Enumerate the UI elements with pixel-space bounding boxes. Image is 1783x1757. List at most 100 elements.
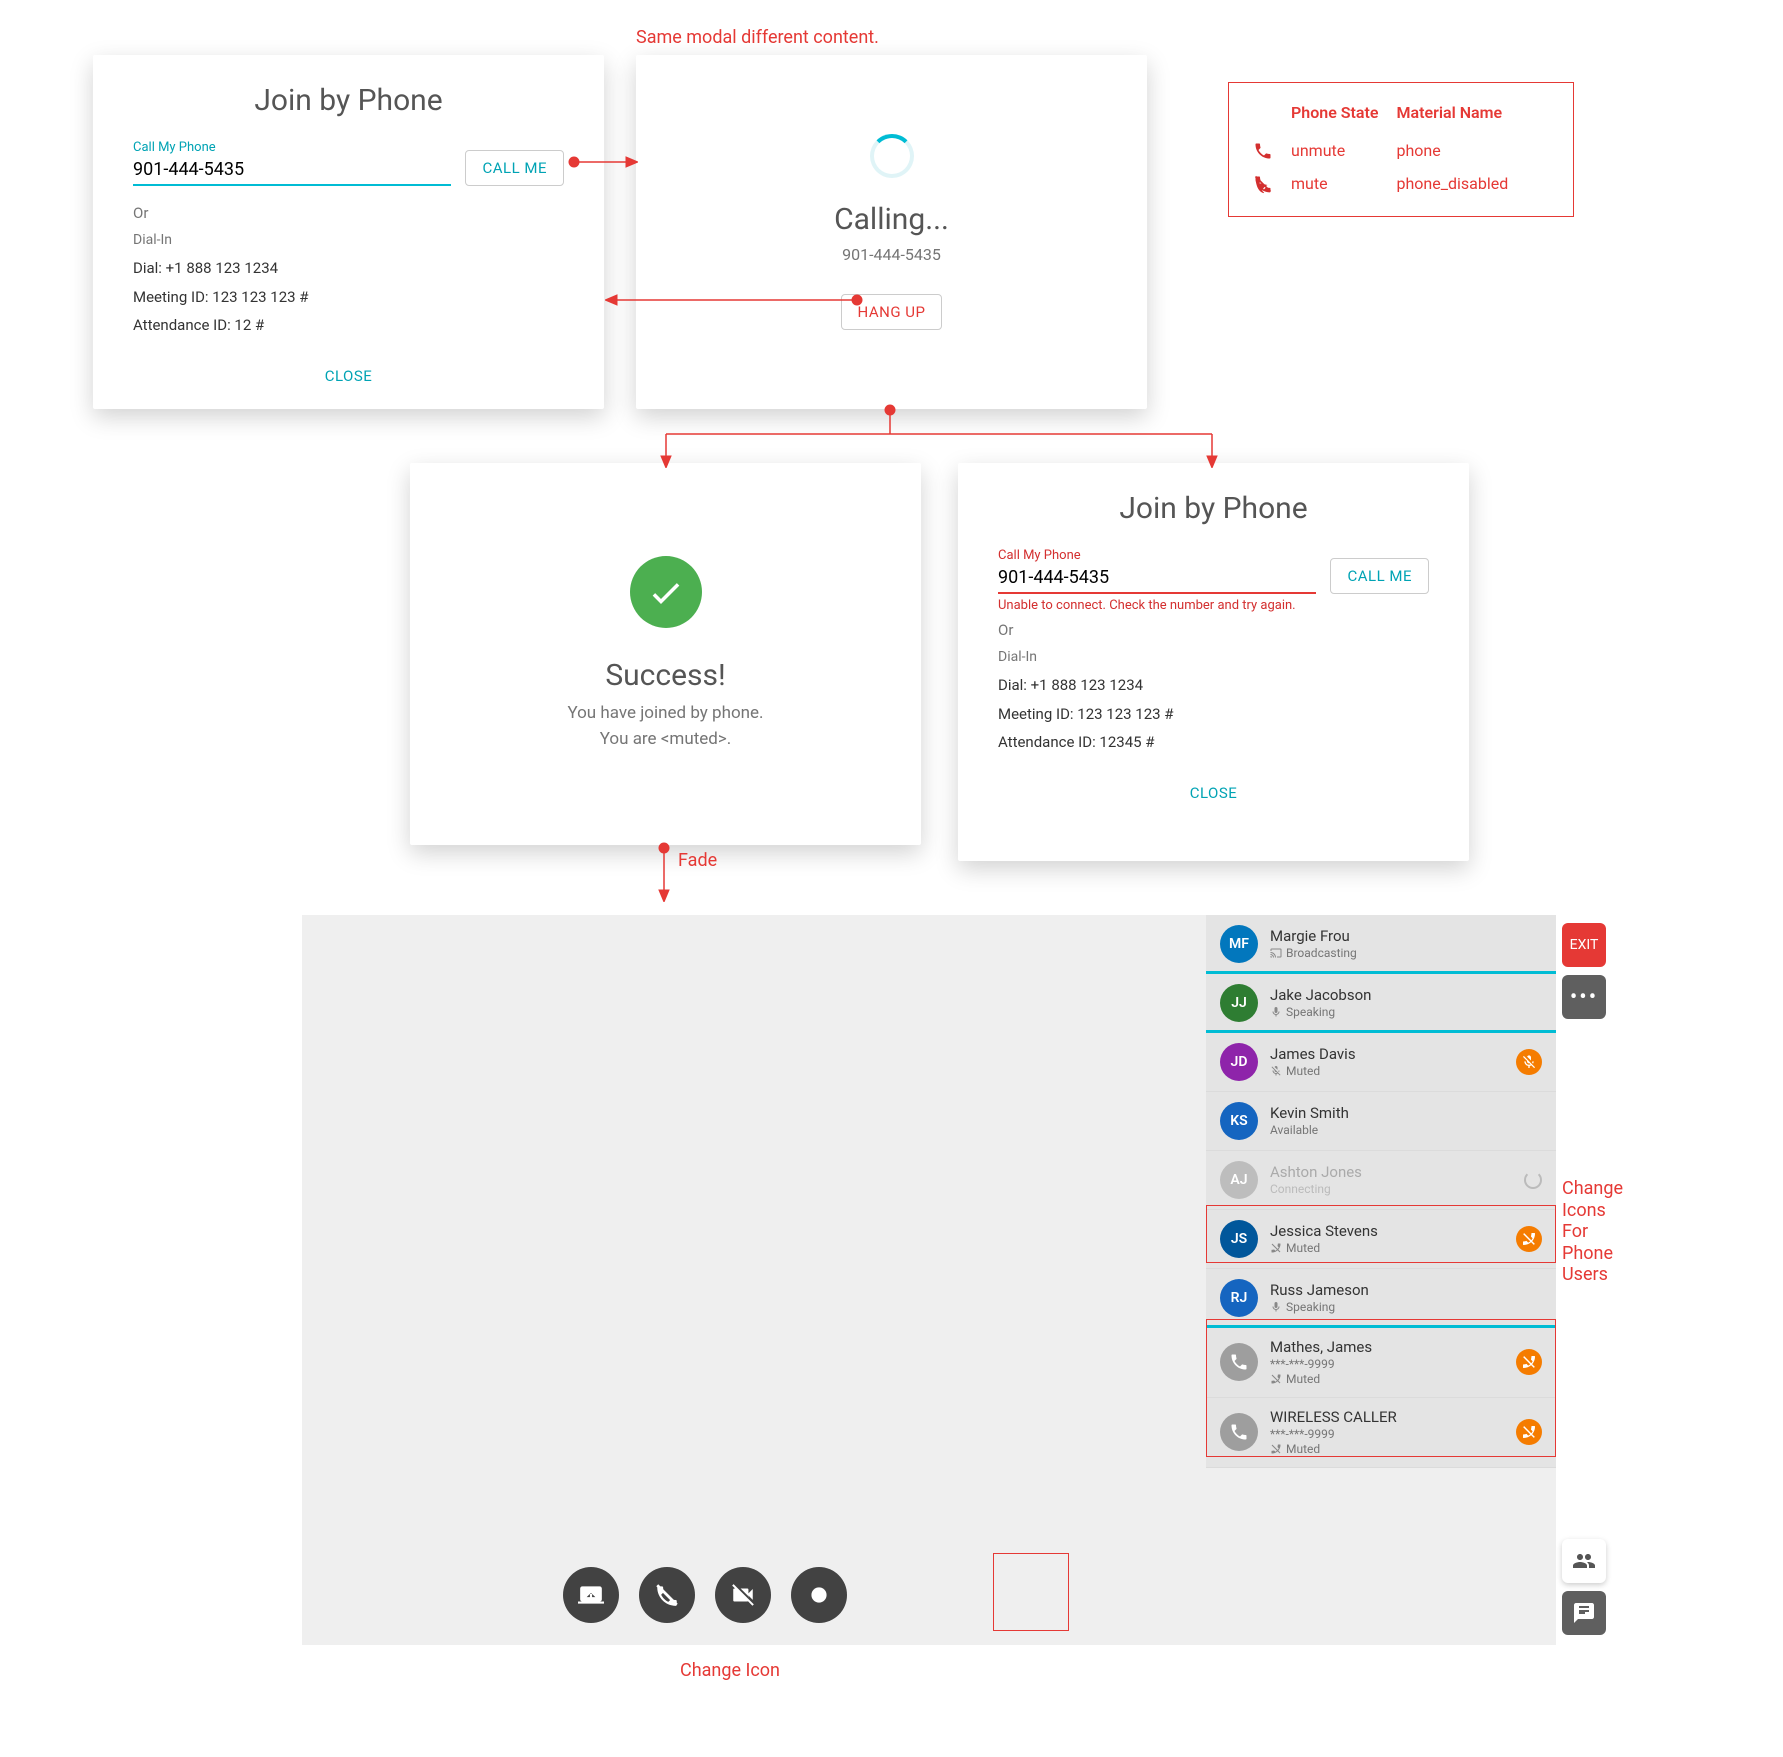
participant-row[interactable]: JS Jessica Stevens Muted [1206,1210,1556,1269]
error-message: Unable to connect. Check the number and … [998,598,1429,613]
participant-name: Ashton Jones [1270,1163,1362,1182]
muted-badge [1516,1349,1542,1375]
avatar: JJ [1220,984,1258,1022]
dialin-meeting-id: Meeting ID: 123 123 123 # [998,700,1429,729]
legend-col-material: Material Name [1397,99,1527,134]
success-line1: You have joined by phone. [567,701,763,727]
chat-button[interactable] [1562,1591,1606,1635]
phone-disabled-icon [1253,174,1273,194]
loading-spinner-icon [870,134,914,178]
avatar: RJ [1220,1279,1258,1317]
phone-disabled-icon [654,1582,680,1608]
participant-name: Margie Frou [1270,927,1357,946]
participant-row[interactable]: JJJake Jacobson Speaking [1206,974,1556,1033]
participant-name: James Davis [1270,1045,1356,1064]
legend-material: phone_disabled [1397,167,1527,200]
participant-status: Connecting [1270,1182,1362,1197]
modal-join-error: Join by Phone Call My Phone CALL ME Unab… [958,463,1469,861]
note-change-icons-phone: Change Icons For Phone Users [1562,1178,1623,1286]
call-me-button[interactable]: CALL ME [465,150,564,186]
arrow-calling-split [660,404,1220,468]
muted-badge [1516,1226,1542,1252]
participant-status: Speaking [1270,1300,1369,1315]
modal-title: Join by Phone [998,491,1429,526]
legend-state: unmute [1291,134,1397,167]
close-button[interactable]: CLOSE [325,367,373,385]
dialin-attendance-id: Attendance ID: 12 # [133,311,564,340]
exit-button[interactable]: EXIT [1562,923,1606,967]
meeting-view: MF Margie Frou Broadcasting JJ Jake Jacobso… [302,915,1556,1645]
phone-number-input[interactable] [998,563,1316,594]
legend-state: mute [1291,167,1397,200]
participants-panel: MF Margie Frou Broadcasting JJ Jake Jacobso… [1206,915,1556,1468]
chat-icon [1572,1601,1596,1625]
success-check-icon [630,556,702,628]
people-icon [1572,1549,1596,1573]
arrow-join-to-calling [568,152,638,172]
calling-number: 901-444-5435 [842,245,941,264]
muted-badge [1516,1419,1542,1445]
screen-share-icon [578,1582,604,1608]
avatar: MF [1220,925,1258,963]
dialin-number: Dial: +1 888 123 1234 [998,671,1429,700]
participant-name: Mathes, James [1270,1338,1372,1357]
participant-row[interactable]: JD James Davis Muted [1206,1033,1556,1092]
note-change-icon: Change Icon [680,1660,780,1682]
success-line2: You are <muted>. [567,727,763,753]
participant-row[interactable]: AJ Ashton JonesConnecting [1206,1151,1556,1210]
close-button[interactable]: CLOSE [1190,784,1238,802]
legend-row: unmute phone [1253,134,1526,167]
dialin-attendance-id: Attendance ID: 12345 # [998,728,1429,757]
avatar: JD [1220,1043,1258,1081]
videocam-off-icon [730,1582,756,1608]
participant-status: Broadcasting [1270,946,1357,961]
avatar: KS [1220,1102,1258,1140]
dialin-meeting-id: Meeting ID: 123 123 123 # [133,283,564,312]
more-options-button[interactable]: ••• [1562,975,1606,1019]
participant-status: Available [1270,1123,1349,1138]
modal-title: Join by Phone [133,83,564,118]
record-button[interactable] [791,1567,847,1623]
dialin-title: Dial-In [998,649,1429,665]
phone-avatar-icon [1220,1413,1258,1451]
modal-join-by-phone: Join by Phone Call My Phone CALL ME Or D… [93,55,604,409]
legend-row: mute phone_disabled [1253,167,1526,200]
field-label-call-my-phone: Call My Phone [998,548,1316,563]
field-label-call-my-phone: Call My Phone [133,140,451,155]
modal-calling: Calling... 901-444-5435 HANG UP [636,55,1147,409]
or-divider: Or [133,204,564,222]
participant-status: Muted [1270,1064,1356,1079]
participant-status: Muted [1270,1241,1378,1256]
arrow-success-fade [655,842,673,902]
participant-number: ***-***-9999 [1270,1357,1372,1372]
video-off-button[interactable] [715,1567,771,1623]
call-me-button[interactable]: CALL ME [1330,558,1429,594]
participant-row[interactable]: Mathes, James***-***-9999 Muted [1206,1328,1556,1398]
participant-row[interactable]: WIRELESS CALLER***-***-9999 Muted [1206,1398,1556,1468]
participant-name: Russ Jameson [1270,1281,1369,1300]
record-icon [806,1582,832,1608]
people-button[interactable] [1562,1539,1606,1583]
participant-name: Jake Jacobson [1270,986,1371,1005]
legend-box: Phone State Material Name unmute phone m… [1228,82,1574,217]
avatar: AJ [1220,1161,1258,1199]
participant-row[interactable]: RJ Russ Jameson Speaking [1206,1269,1556,1328]
participant-row[interactable]: MF Margie Frou Broadcasting [1206,915,1556,974]
participant-row[interactable]: KSKevin SmithAvailable [1206,1092,1556,1151]
dialin-title: Dial-In [133,232,564,248]
participant-name: Jessica Stevens [1270,1222,1378,1241]
participant-name: WIRELESS CALLER [1270,1408,1397,1427]
phone-number-input[interactable] [133,155,451,186]
phone-avatar-icon [1220,1343,1258,1381]
share-screen-button[interactable] [563,1567,619,1623]
note-same-modal: Same modal different content. [636,27,879,49]
avatar: JS [1220,1220,1258,1258]
note-fade: Fade [678,850,717,872]
modal-success: Success! You have joined by phone. You a… [410,463,921,845]
dialin-number: Dial: +1 888 123 1234 [133,254,564,283]
legend-material: phone [1397,134,1527,167]
participant-status: Muted [1270,1442,1397,1457]
highlight-change-icon [993,1553,1069,1631]
legend-col-state: Phone State [1291,99,1397,134]
phone-mute-button[interactable] [639,1567,695,1623]
